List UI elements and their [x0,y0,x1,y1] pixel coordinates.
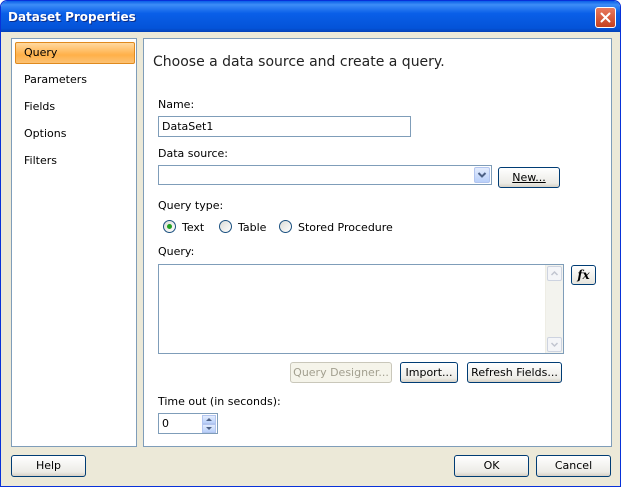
query-designer-button-label: Query Designer... [293,366,389,379]
nav-item-label: Filters [24,154,57,167]
nav-item-filters[interactable]: Filters [15,150,135,172]
close-icon [600,12,611,23]
help-button[interactable]: Help [11,455,86,477]
nav-item-label: Options [24,127,67,140]
query-label: Query: [158,245,195,258]
data-source-dropdown-button[interactable] [474,167,490,183]
title-bar: Dataset Properties [1,1,620,32]
chevron-down-icon [550,342,559,348]
timeout-increment-button[interactable] [202,415,216,424]
query-type-stored-procedure-radio[interactable] [279,220,292,233]
query-type-stored-procedure-label[interactable]: Stored Procedure [298,221,393,234]
new-button-label: New... [512,171,546,184]
query-type-label: Query type: [158,199,224,212]
nav-item-label: Fields [24,100,56,113]
query-type-text-radio[interactable] [163,220,176,233]
nav-item-label: Parameters [24,73,87,86]
timeout-decrement-button[interactable] [202,424,216,433]
scroll-down-button[interactable] [547,337,562,352]
query-type-table-label[interactable]: Table [238,221,266,234]
nav-item-label: Query [24,46,58,59]
nav-item-options[interactable]: Options [15,123,135,145]
dataset-properties-dialog: Dataset Properties Query Parameters Fiel… [0,0,621,487]
nav-item-parameters[interactable]: Parameters [15,69,135,91]
query-page-panel: Choose a data source and create a query.… [143,38,612,447]
nav-item-query[interactable]: Query [15,42,135,64]
query-type-table-radio[interactable] [219,220,232,233]
timeout-stepper[interactable]: 0 [158,413,218,434]
close-button[interactable] [595,7,616,28]
data-source-combo[interactable] [158,165,492,185]
function-icon: fx [577,268,590,282]
ok-button[interactable]: OK [454,455,529,477]
timeout-value: 0 [162,417,169,430]
page-heading: Choose a data source and create a query. [153,54,445,70]
chevron-down-icon [477,172,487,178]
caret-up-icon [206,418,212,421]
refresh-fields-button[interactable]: Refresh Fields... [467,362,562,383]
caret-down-icon [206,427,212,430]
scroll-up-button[interactable] [547,266,562,281]
timeout-label: Time out (in seconds): [158,395,281,408]
import-button[interactable]: Import... [400,362,458,383]
chevron-up-icon [550,270,559,276]
name-label: Name: [158,98,195,111]
query-vertical-scrollbar[interactable] [545,265,563,353]
help-button-label: Help [35,459,62,472]
cancel-button-label: Cancel [554,459,593,472]
new-data-source-button[interactable]: New... [498,167,560,188]
query-designer-button[interactable]: Query Designer... [290,362,392,383]
ok-button-label: OK [483,459,500,472]
page-navigation-list: Query Parameters Fields Options Filters [11,38,137,447]
query-type-text-label[interactable]: Text [182,221,204,234]
name-field[interactable] [158,116,411,137]
dialog-title: Dataset Properties [8,10,136,24]
expression-button[interactable]: fx [571,265,596,285]
cancel-button[interactable]: Cancel [536,455,611,477]
query-text-area[interactable] [158,264,564,354]
timeout-spin-buttons [202,415,216,433]
nav-item-fields[interactable]: Fields [15,96,135,118]
refresh-fields-button-label: Refresh Fields... [471,366,558,379]
data-source-label: Data source: [158,147,228,160]
import-button-label: Import... [405,366,453,379]
